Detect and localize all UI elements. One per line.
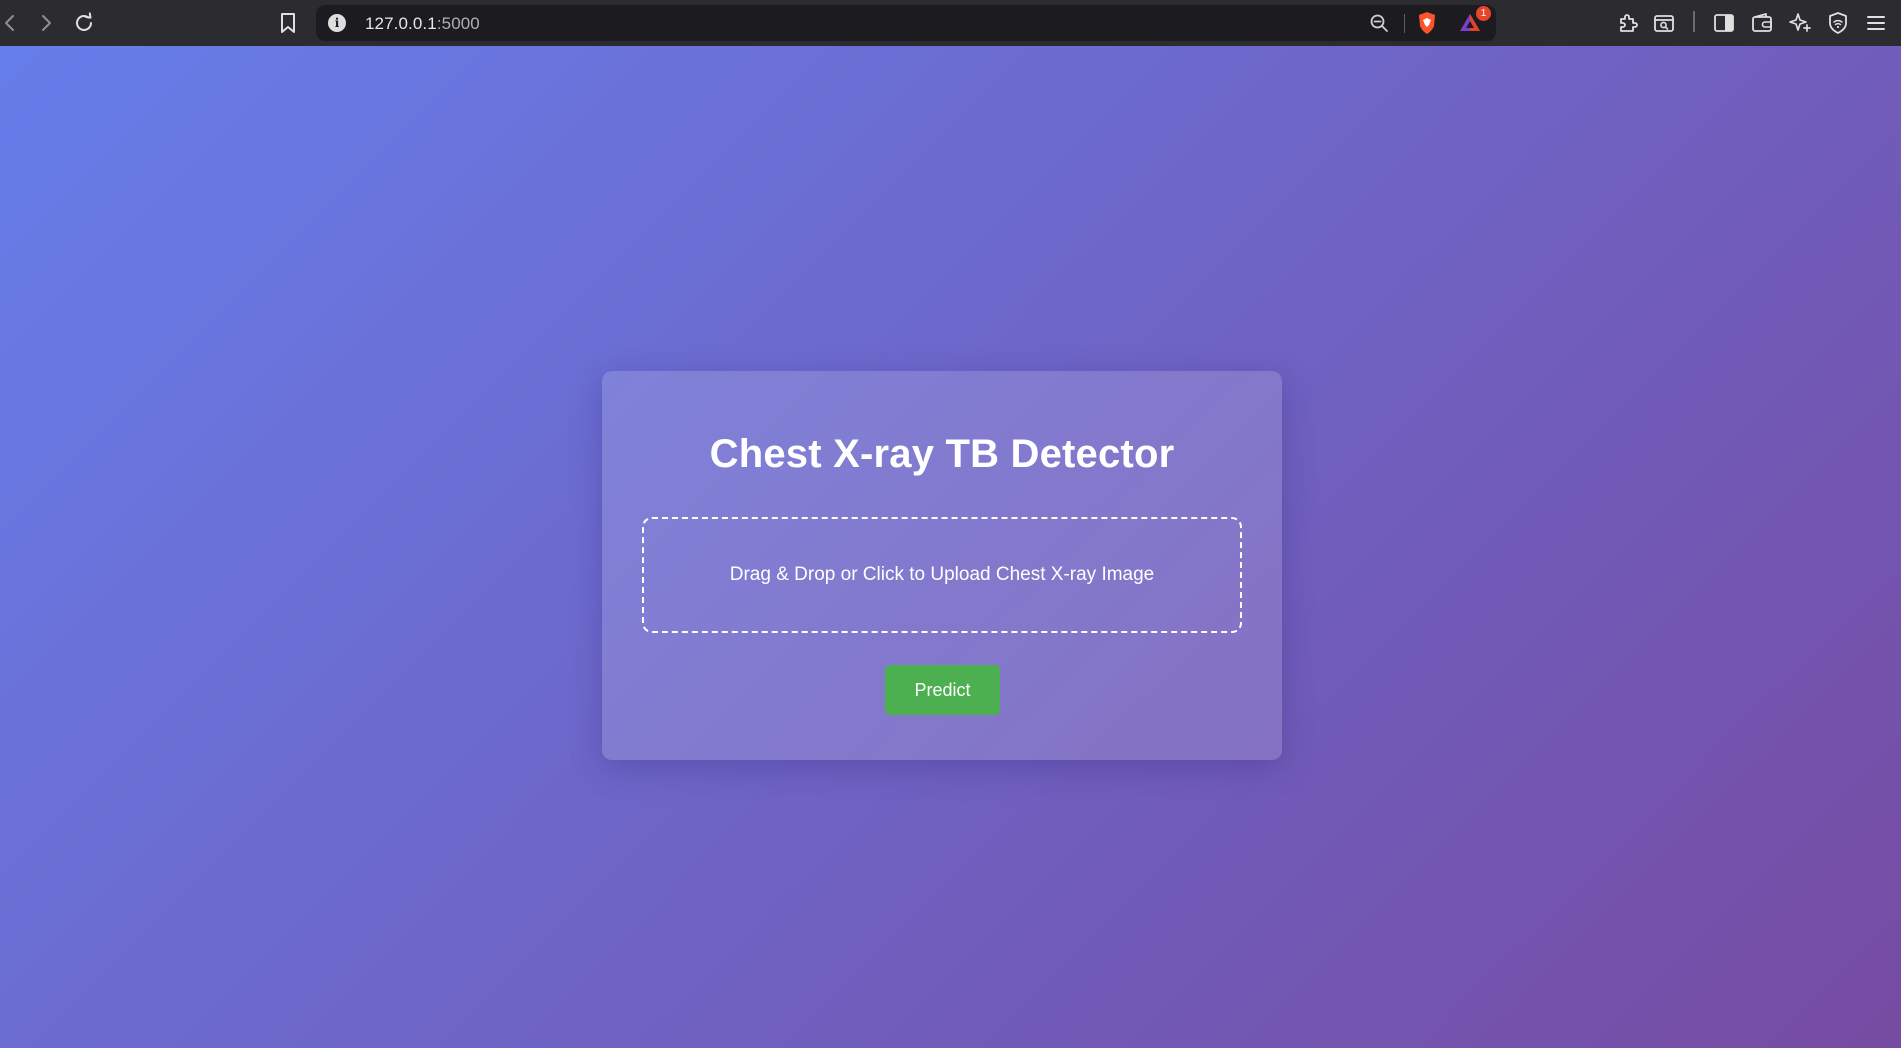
rewards-badge: 1	[1476, 6, 1491, 21]
url-text: 127.0.0.1:5000	[365, 14, 480, 34]
browser-toolbar: i 127.0.0.1:5000 1	[0, 0, 1901, 46]
brave-shields-icon[interactable]	[1416, 11, 1438, 35]
extensions-icon[interactable]	[1613, 7, 1645, 39]
url-port: :5000	[436, 14, 480, 33]
predict-button[interactable]: Predict	[885, 665, 1000, 715]
vpn-icon[interactable]	[1822, 7, 1854, 39]
url-host: 127.0.0.1	[365, 14, 437, 33]
separator	[1404, 14, 1405, 33]
page-search-icon[interactable]	[1648, 7, 1680, 39]
page-title: Chest X-ray TB Detector	[709, 432, 1175, 476]
zoom-out-icon[interactable]	[1369, 13, 1389, 33]
sidebar-icon[interactable]	[1708, 7, 1740, 39]
page-background: Chest X-ray TB Detector Drag & Drop or C…	[0, 46, 1901, 1048]
back-icon[interactable]	[0, 7, 26, 39]
toolbar-divider	[1693, 11, 1695, 32]
upload-dropzone[interactable]: Drag & Drop or Click to Upload Chest X-r…	[642, 517, 1242, 633]
dropzone-label: Drag & Drop or Click to Upload Chest X-r…	[729, 564, 1155, 585]
upload-card: Chest X-ray TB Detector Drag & Drop or C…	[602, 371, 1282, 760]
site-info-icon[interactable]: i	[328, 14, 346, 32]
reload-icon[interactable]	[68, 7, 100, 39]
bookmark-icon[interactable]	[272, 7, 304, 39]
forward-icon[interactable]	[30, 7, 62, 39]
address-bar[interactable]: i 127.0.0.1:5000 1	[316, 5, 1496, 41]
menu-icon[interactable]	[1860, 7, 1892, 39]
leo-ai-icon[interactable]	[1784, 7, 1816, 39]
wallet-icon[interactable]	[1746, 7, 1778, 39]
